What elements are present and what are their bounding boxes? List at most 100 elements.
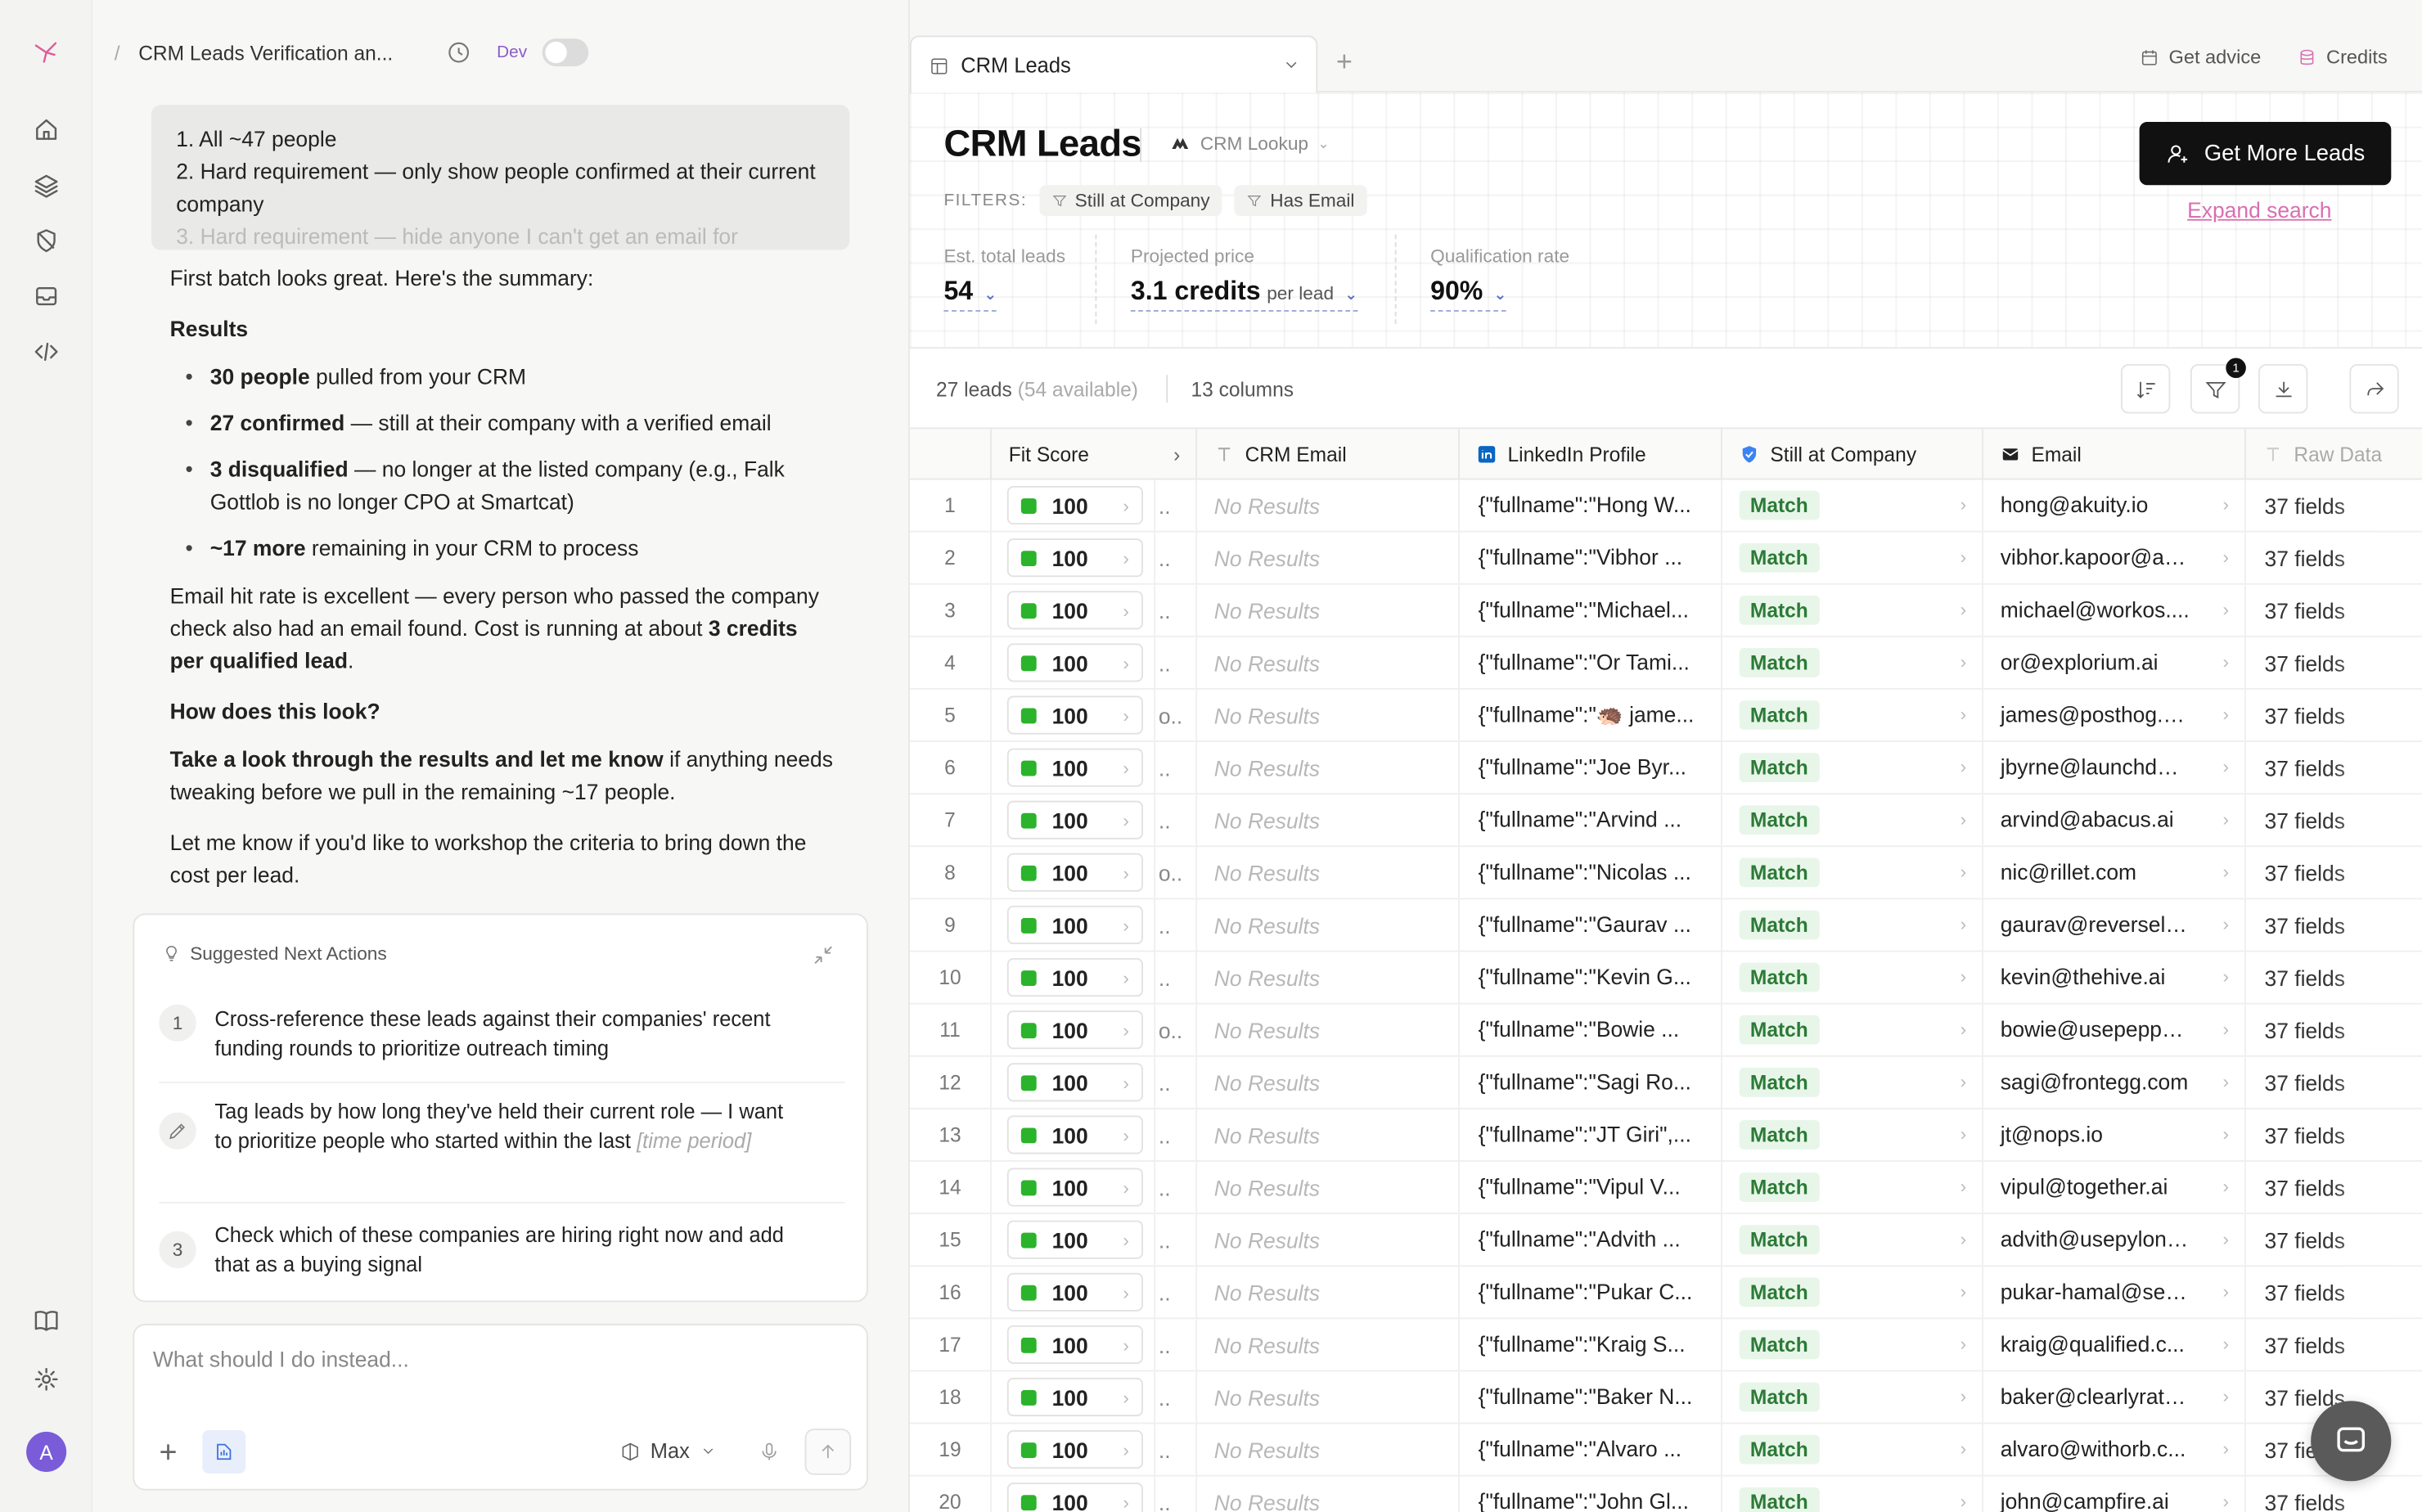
table-row[interactable]: 15 100 ›.. No Results {"fullname":"Advith ..… [909, 1214, 2422, 1267]
still-at-company-cell[interactable]: Match › [1722, 1056, 1983, 1108]
chevron-right-icon[interactable]: › [1961, 861, 1967, 882]
chevron-right-icon[interactable]: › [1961, 704, 1967, 725]
crm-email-cell[interactable]: No Results [1197, 479, 1460, 531]
still-at-company-cell[interactable]: Match › [1722, 584, 1983, 636]
document-icon[interactable] [202, 1430, 246, 1474]
fit-score-badge[interactable]: 100 › [1006, 1483, 1143, 1512]
filter-button[interactable]: 1 [2190, 358, 2246, 414]
raw-data-cell[interactable]: 37 fields [2246, 742, 2422, 794]
chevron-right-icon[interactable]: › [1961, 1071, 1967, 1092]
linkedin-cell[interactable]: {"fullname":"Vipul V... [1460, 1161, 1722, 1213]
table-row[interactable]: 3 100 ›.. No Results {"fullname":"Michael...… [909, 584, 2422, 637]
crm-email-cell[interactable]: No Results [1197, 1004, 1460, 1055]
history-icon[interactable] [444, 38, 472, 66]
chevron-down-icon[interactable] [1282, 56, 1301, 79]
fit-score-cell[interactable]: 100 › [992, 1214, 1156, 1266]
column-header-crm-email[interactable]: CRM Email [1197, 429, 1460, 480]
email-cell[interactable]: or@explorium.ai › [1983, 637, 2246, 689]
microphone-icon[interactable] [759, 1439, 783, 1464]
email-cell[interactable]: nic@rillet.com › [1983, 847, 2246, 898]
chevron-right-icon[interactable]: › [1961, 599, 1967, 620]
crm-email-cell[interactable]: No Results [1197, 1319, 1460, 1370]
fit-score-cell[interactable]: 100 › [992, 1371, 1156, 1423]
fit-score-badge[interactable]: 100 › [1006, 1430, 1143, 1469]
crm-email-cell[interactable]: No Results [1197, 532, 1460, 583]
chevron-right-icon[interactable]: › [2223, 913, 2230, 934]
email-cell[interactable]: jbyrne@launchdar... › [1983, 742, 2246, 794]
fit-score-cell[interactable]: 100 › [992, 899, 1156, 951]
raw-data-cell[interactable]: 37 fields [2246, 1214, 2422, 1266]
chevron-right-icon[interactable]: › [1961, 651, 1967, 673]
table-row[interactable]: 18 100 ›.. No Results {"fullname":"Baker N..… [909, 1371, 2422, 1424]
fit-score-badge[interactable]: 100 › [1006, 1220, 1143, 1259]
still-at-company-cell[interactable]: Match › [1722, 1371, 1983, 1423]
raw-data-cell[interactable]: 37 fields [2246, 847, 2422, 898]
raw-data-cell[interactable]: 37 fields [2246, 952, 2422, 1003]
chevron-right-icon[interactable]: › [2223, 965, 2230, 987]
credits-button[interactable]: Credits [2297, 47, 2388, 68]
table-row[interactable]: 7 100 ›.. No Results {"fullname":"Arvind ...… [909, 794, 2422, 848]
table-row[interactable]: 5 100 › o.. No Results {"fullname":"🦔 jame...… [909, 689, 2422, 743]
fit-score-badge[interactable]: 100 › [1006, 905, 1143, 945]
email-cell[interactable]: gaurav@reverselo... › [1983, 899, 2246, 951]
table-row[interactable]: 20 100 ›.. No Results {"fullname":"John Gl..… [910, 1476, 2422, 1512]
crm-email-cell[interactable]: No Results [1197, 1476, 1460, 1512]
fit-score-badge[interactable]: 100 › [1006, 1325, 1143, 1364]
fit-score-badge[interactable]: 100 › [1006, 1377, 1143, 1417]
suggested-action-1[interactable]: 1 Cross-reference these leads against th… [159, 1004, 844, 1064]
model-selector[interactable]: Max [619, 1439, 716, 1463]
chevron-right-icon[interactable]: › [2223, 1176, 2230, 1197]
crm-email-cell[interactable]: No Results [1197, 899, 1460, 951]
email-cell[interactable]: james@posthog.c... › [1983, 689, 2246, 741]
raw-data-cell[interactable]: 37 fields [2246, 1319, 2422, 1370]
raw-data-cell[interactable]: 37 fields [2246, 1476, 2422, 1512]
chevron-right-icon[interactable]: › [2223, 1228, 2230, 1249]
raw-data-cell[interactable]: 37 fields [2246, 532, 2422, 583]
crm-email-cell[interactable]: No Results [1197, 1371, 1460, 1423]
stat-value[interactable]: 3.1 credits per lead ⌄ [1130, 277, 1358, 312]
home-icon[interactable] [28, 111, 65, 148]
table-row[interactable]: 4 100 ›.. No Results {"fullname":"Or Tami...… [909, 637, 2422, 690]
email-cell[interactable]: pukar-hamal@sec... › [1983, 1267, 2246, 1318]
filter-chip[interactable]: Still at Company [1039, 185, 1222, 216]
table-row[interactable]: 1 100 ›.. No Results {"fullname":"Hong W... M… [909, 479, 2422, 533]
get-more-leads-button[interactable]: Get More Leads [2139, 121, 2392, 186]
chevron-right-icon[interactable]: › [1961, 913, 1967, 934]
still-at-company-cell[interactable]: Match › [1722, 1424, 1983, 1475]
chevron-right-icon[interactable]: › [2223, 1280, 2230, 1302]
linkedin-cell[interactable]: {"fullname":"Advith ... [1460, 1214, 1722, 1266]
fit-score-cell[interactable]: 100 › [992, 689, 1156, 741]
linkedin-cell[interactable]: {"fullname":"🦔 jame... [1460, 689, 1722, 741]
fit-score-badge[interactable]: 100 › [1006, 800, 1143, 839]
linkedin-cell[interactable]: {"fullname":"Hong W... [1460, 479, 1722, 531]
chevron-right-icon[interactable]: › [2223, 599, 2230, 620]
crm-email-cell[interactable]: No Results [1197, 847, 1460, 898]
crm-email-cell[interactable]: No Results [1197, 794, 1460, 846]
get-advice-button[interactable]: Get advice [2140, 47, 2261, 68]
raw-data-cell[interactable]: 37 fields [2246, 637, 2422, 689]
crm-email-cell[interactable]: No Results [1197, 742, 1460, 794]
breadcrumb-title[interactable]: CRM Leads Verification an... [138, 41, 416, 64]
email-cell[interactable]: alvaro@withorb.c... › [1983, 1424, 2246, 1475]
suggested-action-2[interactable]: Tag leads by how long they've held their… [159, 1097, 844, 1156]
fit-score-badge[interactable]: 100 › [1006, 643, 1143, 682]
settings-icon[interactable] [28, 1361, 65, 1397]
fit-score-badge[interactable]: 100 › [1006, 1063, 1143, 1102]
still-at-company-cell[interactable]: Match › [1722, 1109, 1983, 1161]
email-cell[interactable]: bowie@usepepper... › [1983, 1004, 2246, 1055]
chevron-right-icon[interactable]: › [2223, 1385, 2230, 1406]
layers-icon[interactable] [28, 167, 65, 204]
chevron-right-icon[interactable]: › [1961, 493, 1967, 515]
email-cell[interactable]: hong@akuity.io › [1983, 479, 2246, 531]
logo-icon[interactable] [28, 34, 65, 70]
email-cell[interactable]: michael@workos.... › [1983, 584, 2246, 636]
chat-support-button[interactable] [2311, 1401, 2392, 1482]
linkedin-cell[interactable]: {"fullname":"Bowie ... [1460, 1004, 1722, 1055]
fit-score-cell[interactable]: 100 › [992, 742, 1156, 794]
linkedin-cell[interactable]: {"fullname":"JT Giri",... [1460, 1109, 1722, 1161]
linkedin-cell[interactable]: {"fullname":"Sagi Ro... [1460, 1056, 1722, 1108]
shield-off-icon[interactable] [28, 223, 65, 259]
crm-email-cell[interactable]: No Results [1197, 689, 1460, 741]
crm-email-cell[interactable]: No Results [1197, 637, 1460, 689]
fit-score-badge[interactable]: 100 › [1006, 1115, 1143, 1154]
